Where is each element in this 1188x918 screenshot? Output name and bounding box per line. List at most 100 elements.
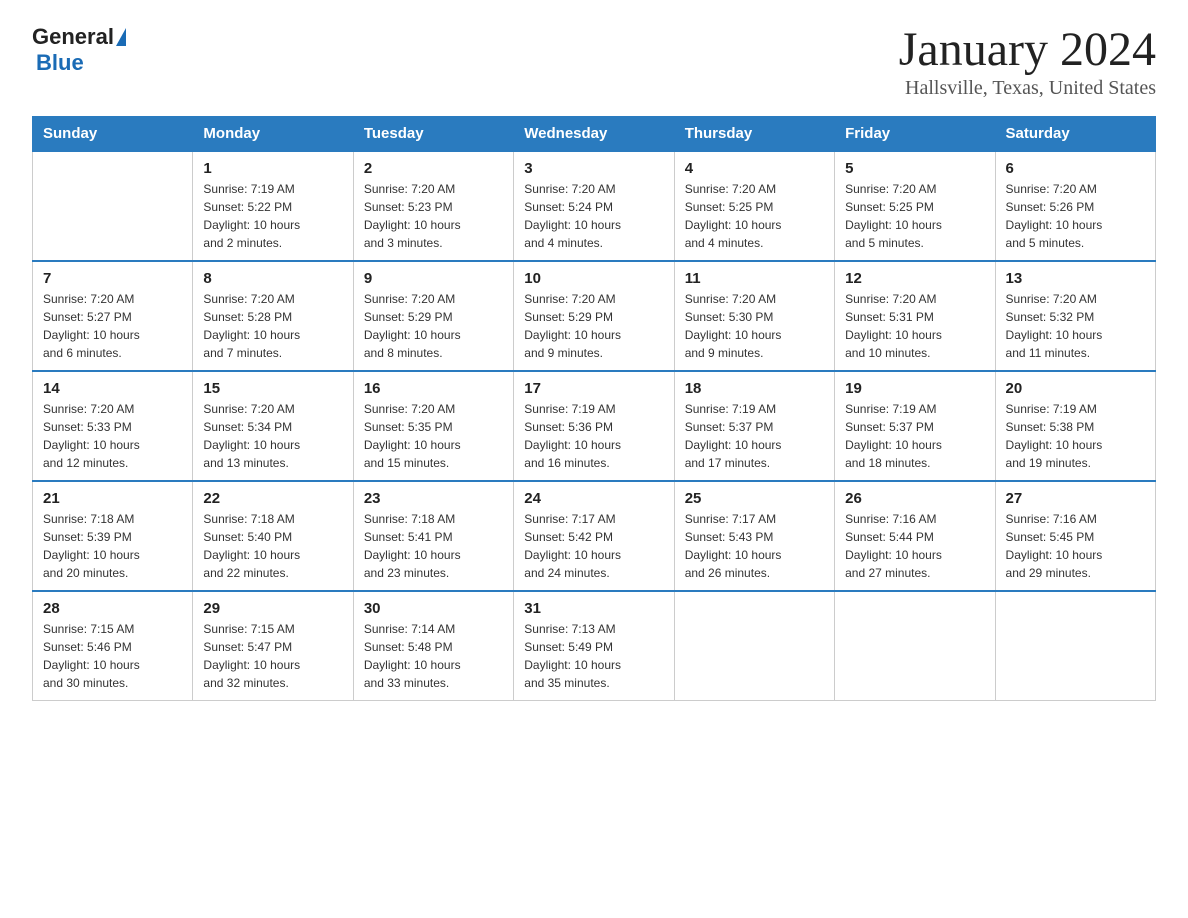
page-header: General Blue January 2024 Hallsville, Te…	[32, 24, 1156, 100]
day-info: Sunrise: 7:16 AM Sunset: 5:45 PM Dayligh…	[1006, 510, 1145, 582]
day-info: Sunrise: 7:20 AM Sunset: 5:29 PM Dayligh…	[364, 290, 503, 362]
week-row-2: 7 Sunrise: 7:20 AM Sunset: 5:27 PM Daylig…	[33, 261, 1156, 371]
calendar-table: SundayMondayTuesdayWednesdayThursdayFrid…	[32, 116, 1156, 701]
day-of-week-tuesday: Tuesday	[353, 116, 513, 151]
calendar-cell: 11 Sunrise: 7:20 AM Sunset: 5:30 PM Dayli…	[674, 261, 834, 371]
day-info: Sunrise: 7:20 AM Sunset: 5:27 PM Dayligh…	[43, 290, 182, 362]
logo: General Blue	[32, 24, 126, 76]
calendar-cell: 15Sunrise: 7:20 AM Sunset: 5:34 PM Dayli…	[193, 371, 353, 481]
day-info: Sunrise: 7:20 AM Sunset: 5:25 PM Dayligh…	[685, 180, 824, 252]
calendar-cell: 19 Sunrise: 7:19 AM Sunset: 5:37 PM Dayli…	[835, 371, 995, 481]
day-info: Sunrise: 7:20 AM Sunset: 5:24 PM Dayligh…	[524, 180, 663, 252]
day-number: 26	[845, 490, 984, 507]
calendar-cell	[33, 151, 193, 261]
day-number: 29	[203, 600, 342, 617]
calendar-cell: 29 Sunrise: 7:15 AM Sunset: 5:47 PM Dayli…	[193, 591, 353, 701]
calendar-cell	[674, 591, 834, 701]
calendar-cell: 1Sunrise: 7:19 AM Sunset: 5:22 PM Daylig…	[193, 151, 353, 261]
calendar-cell: 5 Sunrise: 7:20 AM Sunset: 5:25 PM Daylig…	[835, 151, 995, 261]
day-number: 16	[364, 380, 503, 397]
week-row-3: 14 Sunrise: 7:20 AM Sunset: 5:33 PM Dayli…	[33, 371, 1156, 481]
week-row-5: 28 Sunrise: 7:15 AM Sunset: 5:46 PM Dayli…	[33, 591, 1156, 701]
day-number: 2	[364, 160, 503, 177]
day-number: 7	[43, 270, 182, 287]
calendar-cell: 3 Sunrise: 7:20 AM Sunset: 5:24 PM Daylig…	[514, 151, 674, 261]
calendar-cell: 12 Sunrise: 7:20 AM Sunset: 5:31 PM Dayli…	[835, 261, 995, 371]
calendar-cell: 7 Sunrise: 7:20 AM Sunset: 5:27 PM Daylig…	[33, 261, 193, 371]
day-of-week-thursday: Thursday	[674, 116, 834, 151]
calendar-cell: 24 Sunrise: 7:17 AM Sunset: 5:42 PM Dayli…	[514, 481, 674, 591]
day-info: Sunrise: 7:20 AM Sunset: 5:34 PM Dayligh…	[203, 400, 342, 472]
day-info: Sunrise: 7:20 AM Sunset: 5:35 PM Dayligh…	[364, 400, 503, 472]
calendar-cell: 16 Sunrise: 7:20 AM Sunset: 5:35 PM Dayli…	[353, 371, 513, 481]
calendar-cell: 26 Sunrise: 7:16 AM Sunset: 5:44 PM Dayli…	[835, 481, 995, 591]
calendar-cell	[835, 591, 995, 701]
day-number: 11	[685, 270, 824, 287]
calendar-cell: 13Sunrise: 7:20 AM Sunset: 5:32 PM Dayli…	[995, 261, 1155, 371]
day-of-week-saturday: Saturday	[995, 116, 1155, 151]
calendar-cell: 17Sunrise: 7:19 AM Sunset: 5:36 PM Dayli…	[514, 371, 674, 481]
day-info: Sunrise: 7:14 AM Sunset: 5:48 PM Dayligh…	[364, 620, 503, 692]
calendar-cell: 21Sunrise: 7:18 AM Sunset: 5:39 PM Dayli…	[33, 481, 193, 591]
day-info: Sunrise: 7:20 AM Sunset: 5:33 PM Dayligh…	[43, 400, 182, 472]
day-number: 19	[845, 380, 984, 397]
day-info: Sunrise: 7:15 AM Sunset: 5:46 PM Dayligh…	[43, 620, 182, 692]
day-number: 22	[203, 490, 342, 507]
day-number: 20	[1006, 380, 1145, 397]
calendar-cell: 25Sunrise: 7:17 AM Sunset: 5:43 PM Dayli…	[674, 481, 834, 591]
calendar-cell: 6 Sunrise: 7:20 AM Sunset: 5:26 PM Daylig…	[995, 151, 1155, 261]
day-number: 9	[364, 270, 503, 287]
calendar-cell: 2 Sunrise: 7:20 AM Sunset: 5:23 PM Daylig…	[353, 151, 513, 261]
day-info: Sunrise: 7:20 AM Sunset: 5:32 PM Dayligh…	[1006, 290, 1145, 362]
day-info: Sunrise: 7:19 AM Sunset: 5:37 PM Dayligh…	[845, 400, 984, 472]
day-number: 30	[364, 600, 503, 617]
day-number: 24	[524, 490, 663, 507]
day-number: 12	[845, 270, 984, 287]
logo-triangle-icon	[116, 28, 126, 46]
days-of-week-row: SundayMondayTuesdayWednesdayThursdayFrid…	[33, 116, 1156, 151]
calendar-header: SundayMondayTuesdayWednesdayThursdayFrid…	[33, 116, 1156, 151]
calendar-cell: 22 Sunrise: 7:18 AM Sunset: 5:40 PM Dayli…	[193, 481, 353, 591]
day-info: Sunrise: 7:17 AM Sunset: 5:42 PM Dayligh…	[524, 510, 663, 582]
calendar-cell: 4Sunrise: 7:20 AM Sunset: 5:25 PM Daylig…	[674, 151, 834, 261]
day-number: 18	[685, 380, 824, 397]
title-block: January 2024 Hallsville, Texas, United S…	[899, 24, 1156, 100]
page-title: January 2024	[899, 24, 1156, 77]
day-info: Sunrise: 7:20 AM Sunset: 5:26 PM Dayligh…	[1006, 180, 1145, 252]
day-info: Sunrise: 7:20 AM Sunset: 5:28 PM Dayligh…	[203, 290, 342, 362]
page-subtitle: Hallsville, Texas, United States	[899, 77, 1156, 100]
day-number: 21	[43, 490, 182, 507]
day-number: 3	[524, 160, 663, 177]
day-number: 8	[203, 270, 342, 287]
day-info: Sunrise: 7:20 AM Sunset: 5:31 PM Dayligh…	[845, 290, 984, 362]
day-number: 23	[364, 490, 503, 507]
calendar-cell: 9 Sunrise: 7:20 AM Sunset: 5:29 PM Daylig…	[353, 261, 513, 371]
day-number: 28	[43, 600, 182, 617]
day-number: 1	[203, 160, 342, 177]
calendar-cell: 30 Sunrise: 7:14 AM Sunset: 5:48 PM Dayli…	[353, 591, 513, 701]
calendar-cell	[995, 591, 1155, 701]
day-number: 14	[43, 380, 182, 397]
calendar-body: 1Sunrise: 7:19 AM Sunset: 5:22 PM Daylig…	[33, 151, 1156, 701]
day-info: Sunrise: 7:19 AM Sunset: 5:37 PM Dayligh…	[685, 400, 824, 472]
day-info: Sunrise: 7:20 AM Sunset: 5:25 PM Dayligh…	[845, 180, 984, 252]
calendar-cell: 10Sunrise: 7:20 AM Sunset: 5:29 PM Dayli…	[514, 261, 674, 371]
calendar-cell: 20Sunrise: 7:19 AM Sunset: 5:38 PM Dayli…	[995, 371, 1155, 481]
day-info: Sunrise: 7:16 AM Sunset: 5:44 PM Dayligh…	[845, 510, 984, 582]
calendar-cell: 28 Sunrise: 7:15 AM Sunset: 5:46 PM Dayli…	[33, 591, 193, 701]
calendar-cell: 8 Sunrise: 7:20 AM Sunset: 5:28 PM Daylig…	[193, 261, 353, 371]
day-of-week-wednesday: Wednesday	[514, 116, 674, 151]
day-info: Sunrise: 7:15 AM Sunset: 5:47 PM Dayligh…	[203, 620, 342, 692]
calendar-cell: 31Sunrise: 7:13 AM Sunset: 5:49 PM Dayli…	[514, 591, 674, 701]
day-number: 6	[1006, 160, 1145, 177]
day-number: 31	[524, 600, 663, 617]
calendar-cell: 18 Sunrise: 7:19 AM Sunset: 5:37 PM Dayli…	[674, 371, 834, 481]
day-info: Sunrise: 7:20 AM Sunset: 5:30 PM Dayligh…	[685, 290, 824, 362]
day-number: 17	[524, 380, 663, 397]
calendar-cell: 27Sunrise: 7:16 AM Sunset: 5:45 PM Dayli…	[995, 481, 1155, 591]
day-number: 25	[685, 490, 824, 507]
day-info: Sunrise: 7:20 AM Sunset: 5:23 PM Dayligh…	[364, 180, 503, 252]
day-number: 5	[845, 160, 984, 177]
day-info: Sunrise: 7:18 AM Sunset: 5:41 PM Dayligh…	[364, 510, 503, 582]
day-info: Sunrise: 7:18 AM Sunset: 5:40 PM Dayligh…	[203, 510, 342, 582]
